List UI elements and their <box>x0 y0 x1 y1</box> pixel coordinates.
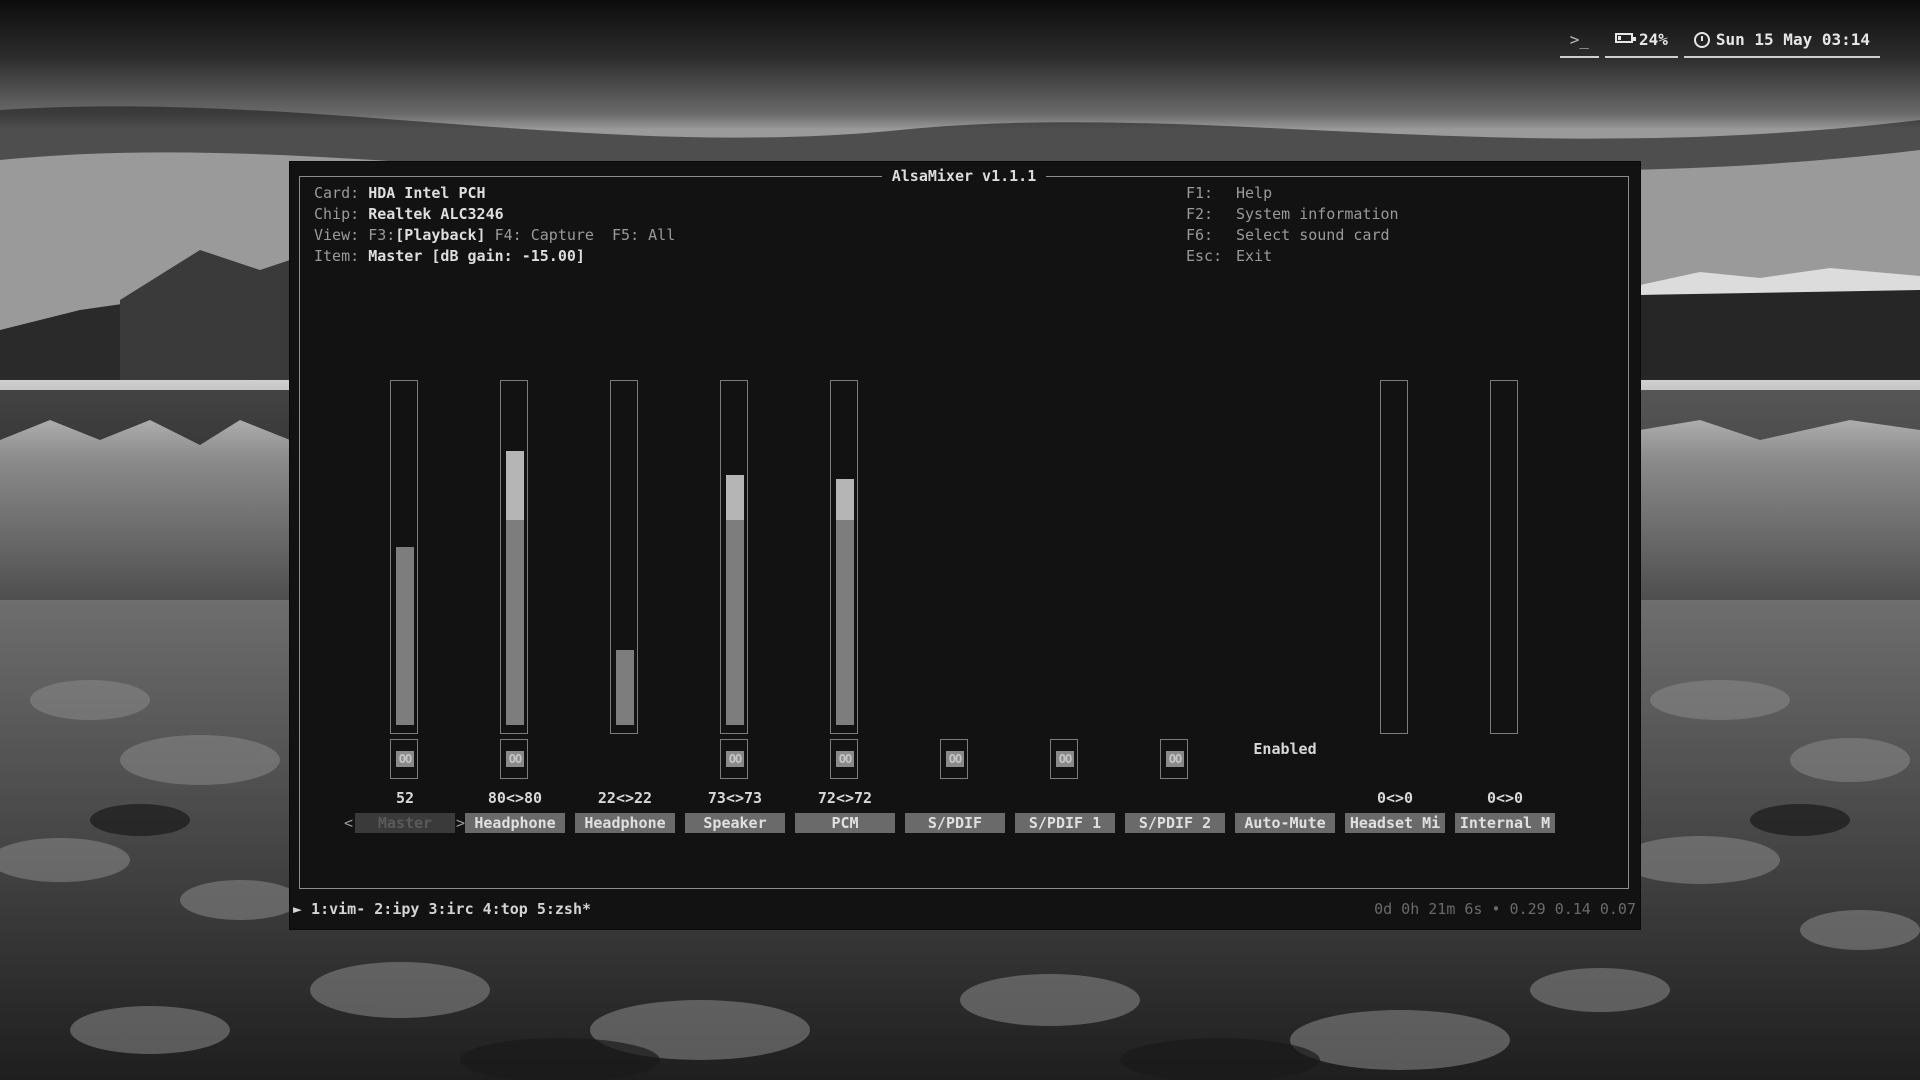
mute-toggle[interactable]: OO <box>720 739 748 779</box>
selection-arrow-left: < <box>344 814 354 832</box>
channel-value: 73<>73 <box>707 789 763 807</box>
volume-fill <box>726 519 744 725</box>
channel-value: 0<>0 <box>1376 789 1414 807</box>
volume-bar[interactable] <box>1380 380 1408 734</box>
mute-toggle[interactable]: OO <box>830 739 858 779</box>
volume-fill-high <box>836 478 854 520</box>
mute-toggle[interactable]: OO <box>1160 739 1188 779</box>
tmux-status-bar: ► 1:vim- 2:ipy 3:irc 4:top 5:zsh* 0d 0h … <box>290 900 1640 924</box>
terminal-launcher[interactable]: >_ <box>1559 22 1599 58</box>
mute-toggle[interactable]: OO <box>500 739 528 779</box>
tmux-window-list[interactable]: ► 1:vim- 2:ipy 3:irc 4:top 5:zsh* <box>293 900 591 918</box>
mute-toggle[interactable]: OO <box>390 739 418 779</box>
channel-value: 22<>22 <box>597 789 653 807</box>
terminal-window[interactable]: AlsaMixer v1.1.1 Card: HDA Intel PCH Chi… <box>290 162 1640 929</box>
channel-value: 80<>80 <box>487 789 543 807</box>
channel-label[interactable]: Headphone <box>575 813 675 833</box>
mute-toggle[interactable]: OO <box>940 739 968 779</box>
clock-icon <box>1693 32 1710 48</box>
channel-label[interactable]: PCM <box>795 813 895 833</box>
enum-value[interactable]: Enabled <box>1230 740 1340 758</box>
channel-label[interactable]: Headphone <box>465 813 565 833</box>
channel-value: 72<>72 <box>817 789 873 807</box>
channel-value: 0<>0 <box>1486 789 1524 807</box>
selection-arrow-right: > <box>456 814 466 832</box>
volume-bar[interactable] <box>500 380 528 734</box>
view-line: View: F3:[Playback] F4: Capture F5: All <box>314 226 676 244</box>
help-key-line: F1: Help <box>1186 184 1273 202</box>
status-bar: >_ 24% Sun 15 May 03:14 <box>1559 22 1880 58</box>
view-playback[interactable]: [Playback] <box>395 226 485 244</box>
volume-bar[interactable] <box>830 380 858 734</box>
item-line: Item: Master [dB gain: -15.00] <box>314 247 585 265</box>
clock-widget: Sun 15 May 03:14 <box>1683 22 1880 58</box>
alsamixer-frame: AlsaMixer v1.1.1 Card: HDA Intel PCH Chi… <box>299 167 1629 889</box>
battery-indicator: 24% <box>1604 22 1678 58</box>
help-key-line: F2: System information <box>1186 205 1399 223</box>
channel-label[interactable]: S/PDIF <box>905 813 1005 833</box>
window-title: AlsaMixer v1.1.1 <box>300 166 1628 185</box>
channel-label[interactable]: S/PDIF 2 <box>1125 813 1225 833</box>
volume-fill <box>836 519 854 725</box>
channel-value: 52 <box>395 789 415 807</box>
battery-icon <box>1614 33 1636 43</box>
volume-fill-high <box>726 475 744 520</box>
terminal-icon: >_ <box>1569 30 1589 49</box>
help-key-line: Esc: Exit <box>1186 247 1273 265</box>
channel-label[interactable]: S/PDIF 1 <box>1015 813 1115 833</box>
tmux-uptime-load: 0d 0h 21m 6s • 0.29 0.14 0.07 <box>1374 900 1636 918</box>
channel-label[interactable]: Speaker <box>685 813 785 833</box>
channel-label[interactable]: Auto-Mute <box>1235 813 1335 833</box>
help-key-line: F6: Select sound card <box>1186 226 1390 244</box>
channel-label[interactable]: Internal M <box>1455 813 1555 833</box>
volume-bar[interactable] <box>720 380 748 734</box>
volume-fill <box>616 649 634 725</box>
channel-label[interactable]: Master <box>355 813 455 833</box>
channel-label[interactable]: Headset Mi <box>1345 813 1445 833</box>
chip-line: Chip: Realtek ALC3246 <box>314 205 504 223</box>
volume-bar[interactable] <box>390 380 418 734</box>
card-line: Card: HDA Intel PCH <box>314 184 486 202</box>
volume-bar[interactable] <box>610 380 638 734</box>
volume-fill <box>506 519 524 725</box>
volume-bar[interactable] <box>1490 380 1518 734</box>
volume-fill-high <box>506 451 524 520</box>
volume-fill <box>396 547 414 725</box>
mute-toggle[interactable]: OO <box>1050 739 1078 779</box>
battery-percent: 24% <box>1638 30 1668 49</box>
clock-text: Sun 15 May 03:14 <box>1715 30 1870 49</box>
